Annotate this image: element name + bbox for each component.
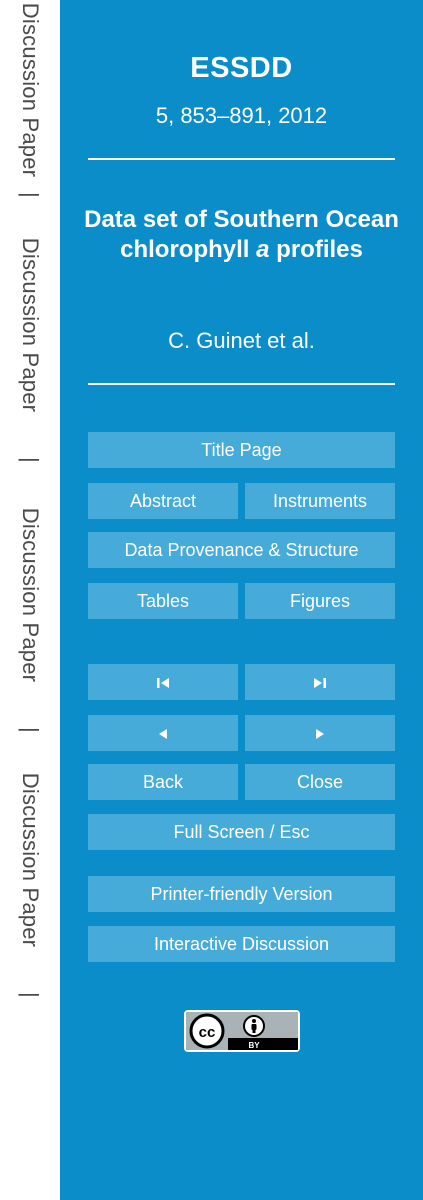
divider-top (88, 158, 395, 160)
strip-separator-1: | (18, 192, 43, 198)
strip-separator-4: | (18, 992, 43, 998)
full-screen-button[interactable]: Full Screen / Esc (88, 814, 395, 850)
data-provenance-button[interactable]: Data Provenance & Structure (88, 532, 395, 568)
strip-label-1: Discussion Paper (18, 2, 43, 178)
close-button[interactable]: Close (245, 764, 395, 800)
last-page-icon (314, 678, 326, 689)
tables-button[interactable]: Tables (88, 583, 238, 619)
figures-button[interactable]: Figures (245, 583, 395, 619)
back-button[interactable]: Back (88, 764, 238, 800)
strip-separator-3: | (18, 727, 43, 733)
previous-icon (159, 729, 167, 740)
first-page-button[interactable] (88, 664, 238, 700)
title-part-2: profiles (269, 236, 363, 263)
cc-by-graphic: cc BY (186, 1012, 298, 1050)
abstract-button[interactable]: Abstract (88, 483, 238, 519)
svg-text:cc: cc (199, 1024, 216, 1041)
next-page-button[interactable] (245, 715, 395, 751)
discussion-paper-strip: Discussion Paper | Discussion Paper | Di… (0, 0, 60, 1200)
svg-text:BY: BY (248, 1041, 260, 1050)
strip-separator-2: | (18, 457, 43, 463)
last-page-button[interactable] (245, 664, 395, 700)
printer-friendly-button[interactable]: Printer-friendly Version (88, 876, 395, 912)
previous-page-button[interactable] (88, 715, 238, 751)
interactive-discussion-button[interactable]: Interactive Discussion (88, 926, 395, 962)
navigation-panel: ESSDD 5, 853–891, 2012 Data set of South… (60, 0, 423, 1200)
page: Discussion Paper | Discussion Paper | Di… (0, 0, 423, 1200)
strip-label-2: Discussion Paper (18, 237, 43, 413)
strip-label-3: Discussion Paper (18, 507, 43, 683)
creative-commons-by-icon[interactable]: cc BY (184, 1010, 300, 1052)
authors: C. Guinet et al. (168, 328, 315, 353)
instruments-button[interactable]: Instruments (245, 483, 395, 519)
first-page-icon (157, 678, 169, 689)
citation: 5, 853–891, 2012 (155, 103, 328, 128)
paper-title: Data set of Southern Ocean chlorophyll a… (60, 205, 423, 265)
divider-bottom (88, 383, 395, 385)
strip-label-4: Discussion Paper (18, 772, 43, 948)
next-icon (316, 729, 324, 740)
journal-name: ESSDD (190, 52, 293, 84)
title-page-button[interactable]: Title Page (88, 432, 395, 468)
title-italic: a (256, 236, 270, 263)
